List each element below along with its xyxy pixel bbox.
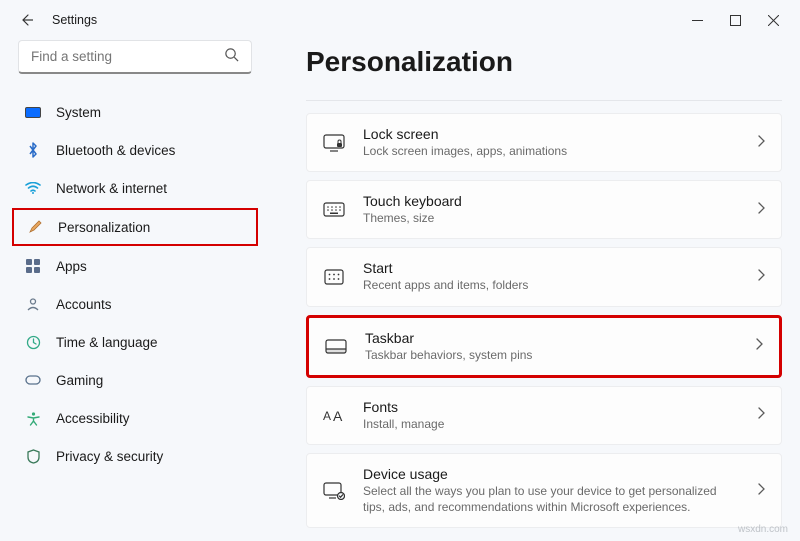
device-usage-icon xyxy=(323,480,345,502)
search-icon xyxy=(224,47,239,67)
sidebar-item-apps[interactable]: Apps xyxy=(12,248,258,284)
chevron-right-icon xyxy=(757,268,765,286)
card-title: Touch keyboard xyxy=(363,193,739,209)
card-title: Lock screen xyxy=(363,126,739,142)
sidebar-item-system[interactable]: System xyxy=(12,94,258,130)
sidebar-item-privacy[interactable]: Privacy & security xyxy=(12,438,258,474)
divider xyxy=(306,100,782,101)
sidebar-item-network[interactable]: Network & internet xyxy=(12,170,258,206)
card-title: Fonts xyxy=(363,399,739,415)
paintbrush-icon xyxy=(26,218,44,236)
card-start[interactable]: StartRecent apps and items, folders xyxy=(306,247,782,306)
card-fonts[interactable]: AA FontsInstall, manage xyxy=(306,386,782,445)
sidebar-item-accessibility[interactable]: Accessibility xyxy=(12,400,258,436)
card-desc: Install, manage xyxy=(363,416,739,432)
chevron-right-icon xyxy=(757,201,765,219)
sidebar-item-accounts[interactable]: Accounts xyxy=(12,286,258,322)
card-touch-keyboard[interactable]: Touch keyboardThemes, size xyxy=(306,180,782,239)
clock-icon xyxy=(24,333,42,351)
sidebar-item-label: Time & language xyxy=(56,335,158,350)
chevron-right-icon xyxy=(757,406,765,424)
maximize-button[interactable] xyxy=(716,5,754,35)
main-content: Personalization Lock screenLock screen i… xyxy=(270,40,800,541)
card-desc: Select all the ways you plan to use your… xyxy=(363,483,739,515)
wifi-icon xyxy=(24,179,42,197)
shield-icon xyxy=(24,447,42,465)
card-desc: Lock screen images, apps, animations xyxy=(363,143,739,159)
fonts-icon: AA xyxy=(323,404,345,426)
minimize-button[interactable] xyxy=(678,5,716,35)
system-icon xyxy=(24,103,42,121)
lock-screen-icon xyxy=(323,132,345,154)
sidebar: System Bluetooth & devices Network & int… xyxy=(0,40,270,541)
sidebar-item-label: Accounts xyxy=(56,297,112,312)
app-title: Settings xyxy=(52,13,97,27)
card-desc: Recent apps and items, folders xyxy=(363,277,739,293)
watermark: wsxdn.com xyxy=(738,524,788,535)
accessibility-icon xyxy=(24,409,42,427)
svg-text:A: A xyxy=(323,409,331,423)
sidebar-item-time[interactable]: Time & language xyxy=(12,324,258,360)
gamepad-icon xyxy=(24,371,42,389)
sidebar-item-label: Bluetooth & devices xyxy=(56,143,175,158)
card-title: Start xyxy=(363,260,739,276)
chevron-right-icon xyxy=(755,337,763,355)
card-desc: Taskbar behaviors, system pins xyxy=(365,347,737,363)
close-icon xyxy=(768,15,779,26)
arrow-left-icon xyxy=(18,12,34,28)
maximize-icon xyxy=(730,15,741,26)
svg-text:A: A xyxy=(333,408,343,424)
page-heading: Personalization xyxy=(306,46,782,78)
back-button[interactable] xyxy=(8,2,44,38)
start-icon xyxy=(323,266,345,288)
card-title: Device usage xyxy=(363,466,739,482)
sidebar-item-label: Network & internet xyxy=(56,181,167,196)
minimize-icon xyxy=(692,15,703,26)
sidebar-item-label: Apps xyxy=(56,259,87,274)
person-icon xyxy=(24,295,42,313)
card-title: Taskbar xyxy=(365,330,737,346)
card-desc: Themes, size xyxy=(363,210,739,226)
taskbar-icon xyxy=(325,335,347,357)
keyboard-icon xyxy=(323,199,345,221)
sidebar-item-label: Privacy & security xyxy=(56,449,163,464)
sidebar-item-label: Personalization xyxy=(58,220,150,235)
bluetooth-icon xyxy=(24,141,42,159)
sidebar-item-label: Accessibility xyxy=(56,411,130,426)
chevron-right-icon xyxy=(757,482,765,500)
sidebar-item-label: System xyxy=(56,105,101,120)
search-box[interactable] xyxy=(18,40,252,74)
card-lock-screen[interactable]: Lock screenLock screen images, apps, ani… xyxy=(306,113,782,172)
card-device-usage[interactable]: Device usageSelect all the ways you plan… xyxy=(306,453,782,528)
sidebar-item-gaming[interactable]: Gaming xyxy=(12,362,258,398)
chevron-right-icon xyxy=(757,134,765,152)
sidebar-item-label: Gaming xyxy=(56,373,103,388)
titlebar: Settings xyxy=(0,0,800,40)
apps-icon xyxy=(24,257,42,275)
search-input[interactable] xyxy=(31,49,224,64)
sidebar-item-bluetooth[interactable]: Bluetooth & devices xyxy=(12,132,258,168)
sidebar-item-personalization[interactable]: Personalization xyxy=(12,208,258,246)
card-taskbar[interactable]: TaskbarTaskbar behaviors, system pins xyxy=(306,315,782,378)
close-button[interactable] xyxy=(754,5,792,35)
